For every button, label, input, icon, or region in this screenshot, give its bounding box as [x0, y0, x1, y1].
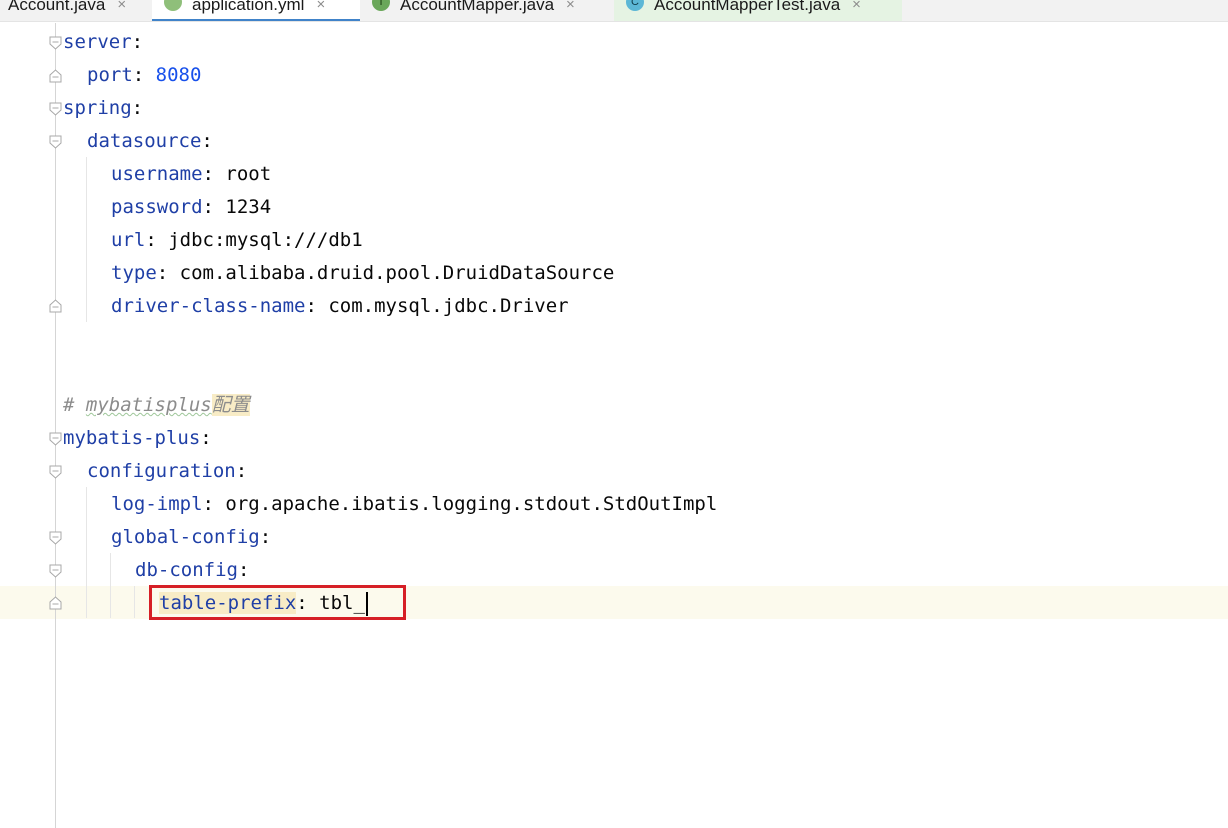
yaml-value: 8080 [155, 64, 202, 86]
fold-open-icon[interactable] [49, 36, 62, 50]
code-line-db-config[interactable]: db-config: [135, 554, 249, 587]
yaml-separator: : [202, 163, 226, 185]
yaml-value: com.mysql.jdbc.Driver [328, 295, 569, 317]
close-icon[interactable]: × [852, 0, 861, 13]
yaml-value: root [225, 163, 272, 185]
tab-application-yml[interactable]: application.yml × [152, 0, 360, 21]
fold-open-icon[interactable] [49, 432, 62, 446]
yaml-separator: : [131, 31, 144, 53]
code-line-spring[interactable]: spring: [63, 92, 143, 125]
yaml-key: global-config [111, 526, 260, 548]
yaml-separator: : [145, 229, 169, 251]
yaml-key: username [111, 163, 203, 185]
yaml-key: url [111, 229, 146, 251]
code-line-driver-class-name[interactable]: driver-class-name: com.mysql.jdbc.Driver [111, 290, 569, 323]
fold-open-icon[interactable] [49, 531, 62, 545]
tab-label: AccountMapper.java [400, 0, 555, 14]
class-icon: C [626, 0, 644, 11]
spring-yaml-icon [164, 0, 182, 11]
yaml-separator: : [200, 427, 212, 449]
yaml-key: mybatis-plus [63, 427, 201, 449]
tab-label: application.yml [192, 0, 305, 14]
yaml-value: org.apache.ibatis.logging.stdout.StdOutI… [225, 493, 718, 515]
yaml-separator: : [259, 526, 272, 548]
code-line-mybatis-plus[interactable]: mybatis-plus: [63, 422, 212, 455]
code-line-datasource[interactable]: datasource: [87, 125, 213, 158]
tab-account-java[interactable]: Account.java × [0, 0, 150, 21]
fold-open-icon[interactable] [49, 102, 62, 116]
yaml-separator: : [202, 196, 226, 218]
code-line-type[interactable]: type: com.alibaba.druid.pool.DruidDataSo… [111, 257, 614, 290]
yaml-value: com.alibaba.druid.pool.DruidDataSource [179, 262, 615, 284]
close-icon[interactable]: × [566, 0, 575, 13]
tab-label: Account.java [8, 0, 106, 14]
yaml-key: password [111, 196, 203, 218]
yaml-separator: : [305, 295, 329, 317]
comment-hash: # [63, 394, 86, 416]
indent-guide [110, 553, 111, 618]
interface-icon: I [372, 0, 390, 11]
yaml-separator: : [132, 64, 156, 86]
code-line-global-config[interactable]: global-config: [111, 521, 271, 554]
yaml-separator: : [131, 97, 144, 119]
code-line-log-impl[interactable]: log-impl: org.apache.ibatis.logging.stdo… [111, 488, 717, 521]
indent-guide [86, 157, 87, 322]
yaml-separator: : [237, 559, 250, 581]
yaml-key: datasource [87, 130, 202, 152]
yaml-separator: : [202, 493, 226, 515]
fold-close-icon[interactable] [49, 299, 62, 313]
yaml-key: server [63, 31, 132, 53]
yaml-key: configuration [87, 460, 236, 482]
close-icon[interactable]: × [117, 0, 126, 13]
yaml-key: type [111, 262, 157, 284]
tab-label: AccountMapperTest.java [654, 0, 841, 14]
yaml-separator: : [156, 262, 180, 284]
yaml-key: log-impl [111, 493, 203, 515]
code-line-url[interactable]: url: jdbc:mysql:///db1 [111, 224, 363, 257]
fold-open-icon[interactable] [49, 135, 62, 149]
close-icon[interactable]: × [316, 0, 325, 13]
yaml-key: spring [63, 97, 132, 119]
fold-close-icon[interactable] [49, 596, 62, 610]
yaml-key: db-config [135, 559, 238, 581]
code-line-configuration[interactable]: configuration: [87, 455, 247, 488]
yaml-value: 1234 [225, 196, 272, 218]
indent-guide [86, 487, 87, 618]
fold-open-icon[interactable] [49, 564, 62, 578]
editor-tab-bar: Account.java × application.yml × I Accou… [0, 0, 1228, 22]
yaml-key: driver-class-name [111, 295, 306, 317]
code-line-password[interactable]: password: 1234 [111, 191, 271, 224]
annotation-highlight-box [149, 585, 406, 620]
tab-account-mapper-test-java[interactable]: C AccountMapperTest.java × [614, 0, 902, 21]
fold-open-icon[interactable] [49, 465, 62, 479]
indent-guide [134, 586, 135, 618]
tab-account-mapper-java[interactable]: I AccountMapper.java × [362, 0, 612, 21]
code-line-port[interactable]: port: 8080 [87, 59, 201, 92]
fold-close-icon[interactable] [49, 69, 62, 83]
yaml-value: jdbc:mysql:///db1 [168, 229, 363, 251]
yaml-separator: : [235, 460, 248, 482]
comment-text: mybatisplus [85, 394, 212, 416]
code-line-server[interactable]: server: [63, 26, 143, 59]
code-line-comment[interactable]: # mybatisplus配置 [63, 389, 250, 422]
code-line-username[interactable]: username: root [111, 158, 271, 191]
yaml-separator: : [201, 130, 213, 152]
comment-text-cjk: 配置 [211, 394, 250, 416]
yaml-key: port [87, 64, 133, 86]
